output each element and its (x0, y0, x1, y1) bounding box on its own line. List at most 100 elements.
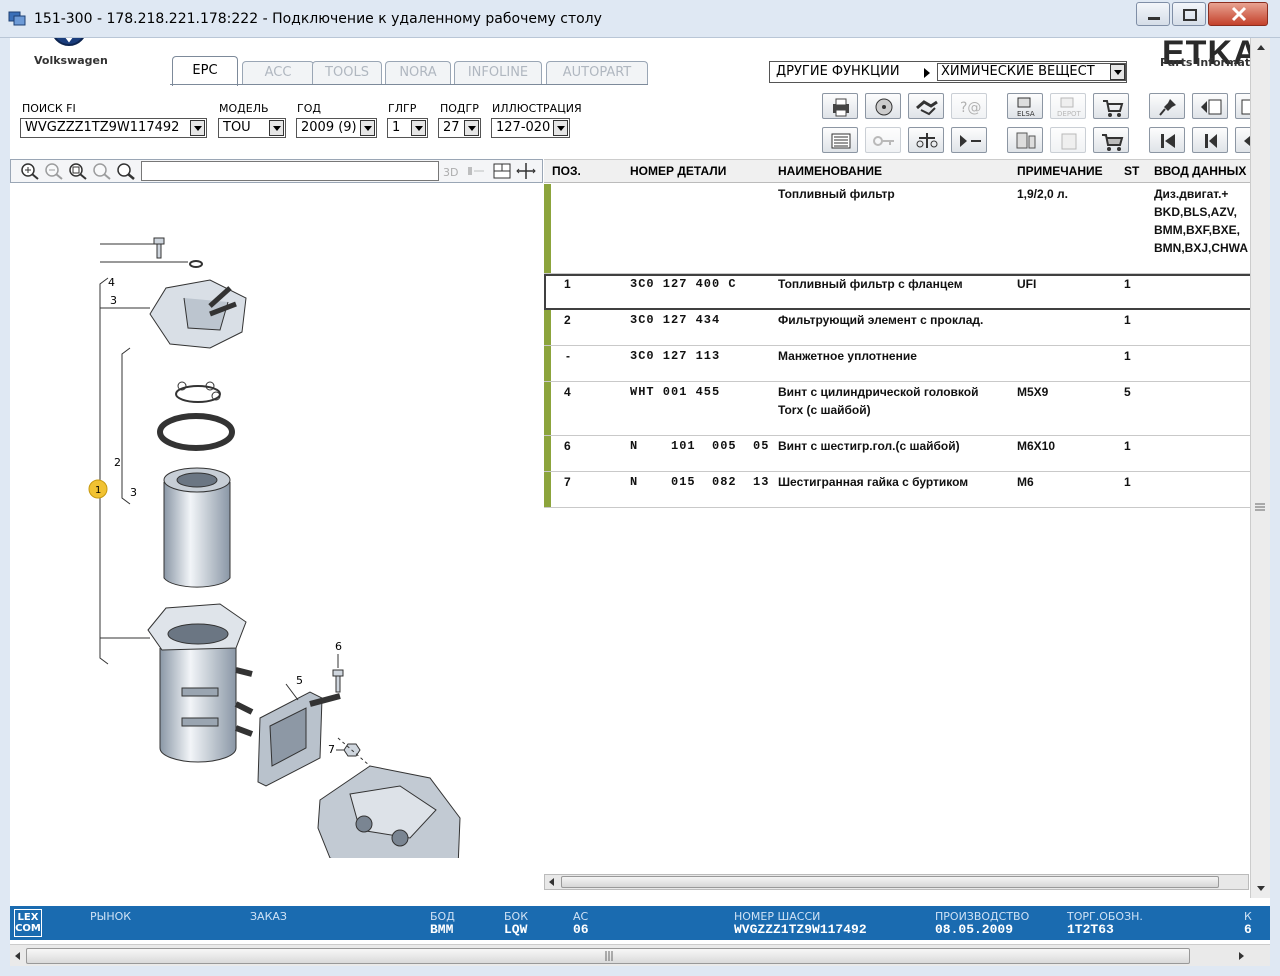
remote-desktop-icon (8, 11, 26, 26)
col-st[interactable]: ST (1124, 164, 1139, 178)
callout-label: 6 (335, 640, 342, 653)
etka-subtitle: Parts Informat (1160, 56, 1251, 69)
previous-page-button[interactable] (1192, 127, 1228, 153)
table-row-selected[interactable]: 1 3C0 127 400 C Топливный фильтр с фланц… (544, 274, 1270, 310)
col-note[interactable]: ПРИМЕЧАНИЕ (1017, 164, 1103, 178)
scroll-left-icon[interactable] (11, 946, 25, 966)
phone-button[interactable] (1007, 127, 1043, 153)
table-row[interactable]: 6 N 101 005 05 Винт с шестигр.гол.(с шай… (544, 436, 1270, 472)
zoom-fit-icon[interactable] (67, 161, 89, 181)
sequence-icon[interactable] (465, 161, 487, 181)
print-button[interactable] (822, 93, 858, 119)
zoom-out-icon[interactable] (43, 161, 65, 181)
cart-add-button[interactable] (1093, 93, 1129, 119)
remote-horizontal-scrollbar[interactable] (10, 944, 1270, 966)
table-row[interactable]: Топливный фильтр 1,9/2,0 л. Диз.двигат.+… (544, 184, 1270, 274)
tab-autopart[interactable]: AUTOPART (546, 61, 648, 85)
chevron-down-icon[interactable] (553, 120, 568, 136)
part-number: 3C0 127 400 C (630, 277, 737, 291)
trade-value: 1T2T63 (1067, 922, 1114, 937)
search-icon[interactable] (115, 161, 137, 181)
volkswagen-logo-icon (54, 38, 84, 46)
depot-button[interactable]: DEPOT (1050, 93, 1086, 119)
scroll-down-icon[interactable] (1255, 884, 1267, 894)
elsa-button[interactable]: ELSA (1007, 93, 1043, 119)
other-functions-menu[interactable]: ДРУГИЕ ФУНКЦИИ ХИМИЧЕСКИЕ ВЕЩЕСТ (769, 61, 1127, 83)
zoom-in-icon[interactable] (19, 161, 41, 181)
play-minus-button[interactable] (951, 127, 987, 153)
scroll-up-icon[interactable] (1255, 42, 1267, 52)
extra-value: 6 (1244, 922, 1252, 937)
sub-group-select[interactable]: 27 (438, 118, 481, 138)
page-back-button[interactable] (1192, 93, 1228, 119)
minimize-button[interactable] (1136, 2, 1170, 26)
table-row[interactable]: 2 3C0 127 434 Фильтрующий элемент с прок… (544, 310, 1270, 346)
chevron-down-icon[interactable] (1110, 64, 1125, 80)
callout-label: 4 (108, 276, 115, 289)
help-button[interactable]: ?@ (951, 93, 987, 119)
col-pos[interactable]: ПОЗ. (552, 164, 581, 178)
year-select[interactable]: 2009 (9) (296, 118, 377, 138)
tab-acc[interactable]: ACC (242, 61, 314, 85)
3d-view-icon[interactable]: 3D (441, 161, 463, 181)
part-note: M6 (1017, 475, 1034, 489)
chemicals-select[interactable]: ХИМИЧЕСКИЕ ВЕЩЕСТ (937, 63, 1126, 81)
data-entry-line: BMM,BXF,BXE, (1154, 223, 1241, 237)
tab-nora[interactable]: NORA (385, 61, 451, 85)
remote-desktop-window: 151-300 - 178.218.221.178:222 - Подключе… (0, 0, 1280, 976)
handshake-button[interactable] (908, 93, 944, 119)
tab-infoline[interactable]: INFOLINE (454, 61, 542, 85)
maximize-button[interactable] (1172, 2, 1206, 26)
scroll-grip-icon (605, 951, 613, 961)
scale-button[interactable] (908, 127, 944, 153)
scroll-thumb[interactable] (561, 876, 1219, 888)
first-page-button[interactable] (1149, 127, 1185, 153)
model-value: TOU (223, 120, 251, 135)
pin-button[interactable] (1149, 93, 1185, 119)
scroll-left-icon[interactable] (545, 875, 559, 889)
chevron-down-icon[interactable] (360, 120, 375, 136)
drawing-search-input[interactable] (141, 161, 439, 181)
layout-icon[interactable] (491, 161, 513, 181)
tab-epc[interactable]: EPC (172, 56, 238, 86)
scroll-right-icon[interactable] (1234, 946, 1248, 966)
model-select[interactable]: TOU (218, 118, 286, 138)
close-button[interactable] (1208, 2, 1268, 26)
vertical-scrollbar[interactable] (1250, 38, 1270, 898)
key-button[interactable] (865, 127, 901, 153)
split-view-icon[interactable] (515, 161, 537, 181)
tab-tools[interactable]: TOOLS (312, 61, 382, 85)
part-name-line2: Torx (с шайбой) (778, 403, 871, 417)
table-horizontal-scrollbar[interactable] (544, 874, 1249, 890)
table-row[interactable]: 7 N 015 082 13 Шестигранная гайка с бурт… (544, 472, 1270, 508)
illustration-select[interactable]: 127-020 (491, 118, 570, 138)
list-button[interactable] (822, 127, 858, 153)
main-group-select[interactable]: 1 (387, 118, 428, 138)
zoom-hand-icon[interactable] (91, 161, 113, 181)
table-row[interactable]: - 3C0 127 113 Манжетное уплотнение 1 (544, 346, 1270, 382)
part-number: N 015 082 13 (630, 475, 770, 489)
part-name: Шестигранная гайка с буртиком (778, 475, 969, 489)
chevron-down-icon[interactable] (464, 120, 479, 136)
part-qty: 1 (1124, 475, 1131, 489)
part-number: WHT 001 455 (630, 385, 721, 399)
cart-button[interactable] (1093, 127, 1129, 153)
disk-button[interactable] (865, 93, 901, 119)
ac-value: 06 (573, 922, 589, 937)
key-icon (873, 136, 894, 146)
table-row[interactable]: 4 WHT 001 455 Винт с цилиндрической голо… (544, 382, 1270, 436)
chevron-down-icon[interactable] (411, 120, 426, 136)
chevron-down-icon[interactable] (190, 120, 205, 136)
scroll-thumb[interactable] (26, 948, 1190, 964)
tab-underline (170, 84, 648, 85)
col-name[interactable]: НАИМЕНОВАНИЕ (778, 164, 882, 178)
scale-icon (916, 133, 938, 148)
search-fi-input[interactable]: WVGZZZ1TZ9W117492 (20, 118, 207, 138)
chevron-down-icon[interactable] (269, 120, 284, 136)
year-value: 2009 (9) (301, 120, 357, 135)
part-name: Топливный фильтр (778, 187, 895, 201)
building-button[interactable] (1050, 127, 1086, 153)
scroll-grip-icon[interactable] (1255, 502, 1265, 512)
col-data-entry[interactable]: ВВОД ДАННЫХ (1154, 164, 1246, 178)
col-part-number[interactable]: НОМЕР ДЕТАЛИ (630, 164, 726, 178)
